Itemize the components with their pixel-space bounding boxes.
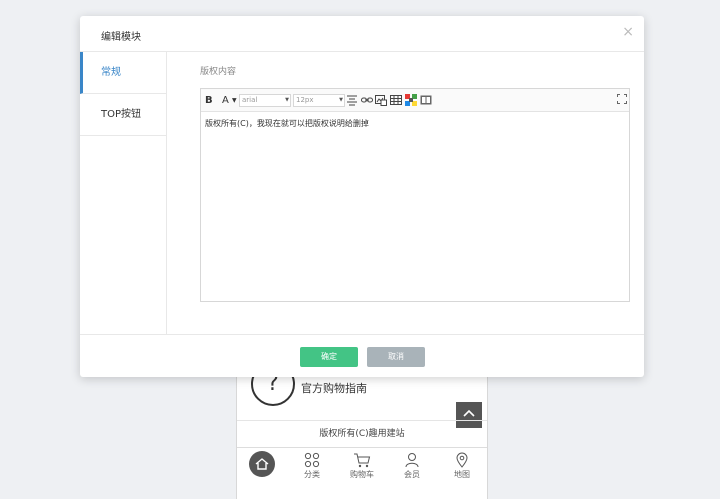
- user-icon: [405, 453, 419, 468]
- dialog-header: 编辑模块 ×: [80, 16, 644, 52]
- settings-sidebar: 常规 TOP按钮: [80, 52, 167, 334]
- tab-cart-label: 购物车: [350, 470, 374, 479]
- tab-member[interactable]: 会员: [387, 448, 437, 499]
- grid-icon: [304, 452, 320, 468]
- map-pin-icon: [456, 452, 468, 468]
- chevron-down-icon: ▼: [339, 97, 343, 103]
- rich-text-editor: B A ▼ arial ▼ 12px ▼ 版权所有(C)，我现在就可以把版权说明…: [200, 88, 630, 302]
- tab-top-button[interactable]: TOP按钮: [80, 94, 166, 136]
- footer-copyright: 版权所有(C)趣用建站: [237, 420, 487, 447]
- edit-module-dialog: 编辑模块 × 常规 TOP按钮 版权内容 B A ▼ arial ▼ 12px …: [80, 16, 644, 377]
- puzzle-icon[interactable]: [405, 94, 417, 106]
- chevron-up-icon: [463, 409, 475, 417]
- tab-map-label: 地图: [454, 470, 470, 479]
- tab-general[interactable]: 常规: [80, 52, 166, 94]
- bottom-tab-bar: 分类 购物车 会员 地图: [237, 447, 487, 499]
- font-color-dropdown-icon[interactable]: ▼: [232, 94, 237, 107]
- font-size-select[interactable]: 12px ▼: [293, 94, 345, 107]
- dialog-title: 编辑模块: [101, 32, 141, 43]
- close-icon[interactable]: ×: [622, 24, 634, 40]
- chevron-down-icon: ▼: [285, 97, 289, 103]
- fullscreen-icon[interactable]: [617, 94, 627, 104]
- confirm-button[interactable]: 确定: [300, 347, 358, 367]
- bold-button[interactable]: B: [205, 94, 213, 107]
- home-icon: [249, 451, 275, 477]
- dialog-footer: 确定 取消: [80, 334, 644, 377]
- tab-member-label: 会员: [404, 470, 420, 479]
- tab-cart[interactable]: 购物车: [337, 448, 387, 499]
- image-icon[interactable]: [375, 94, 387, 106]
- table-icon[interactable]: [390, 94, 402, 106]
- tab-home[interactable]: [237, 448, 287, 499]
- editor-toolbar: B A ▼ arial ▼ 12px ▼: [201, 89, 629, 112]
- link-icon[interactable]: [361, 94, 373, 106]
- mobile-preview: ? 官方购物指南 版权所有(C)趣用建站 分类 购物车 会员 地图: [236, 360, 488, 499]
- font-family-select[interactable]: arial ▼: [239, 94, 291, 107]
- font-family-value: arial: [242, 96, 258, 104]
- editor-content-area[interactable]: 版权所有(C)，我现在就可以把版权说明给删掉: [201, 112, 629, 135]
- align-icon[interactable]: [347, 94, 357, 106]
- tab-category[interactable]: 分类: [287, 448, 337, 499]
- copyright-field-label: 版权内容: [200, 67, 237, 77]
- cart-icon: [354, 453, 371, 468]
- font-color-button[interactable]: A: [222, 94, 229, 107]
- tab-category-label: 分类: [304, 470, 320, 479]
- cancel-button[interactable]: 取消: [367, 347, 425, 367]
- media-icon[interactable]: [420, 94, 432, 106]
- shopping-guide-label: 官方购物指南: [301, 382, 367, 395]
- settings-content: 版权内容 B A ▼ arial ▼ 12px ▼ 版权所有(C)，我现在就可以…: [200, 64, 630, 302]
- font-size-value: 12px: [296, 96, 314, 104]
- tab-map[interactable]: 地图: [437, 448, 487, 499]
